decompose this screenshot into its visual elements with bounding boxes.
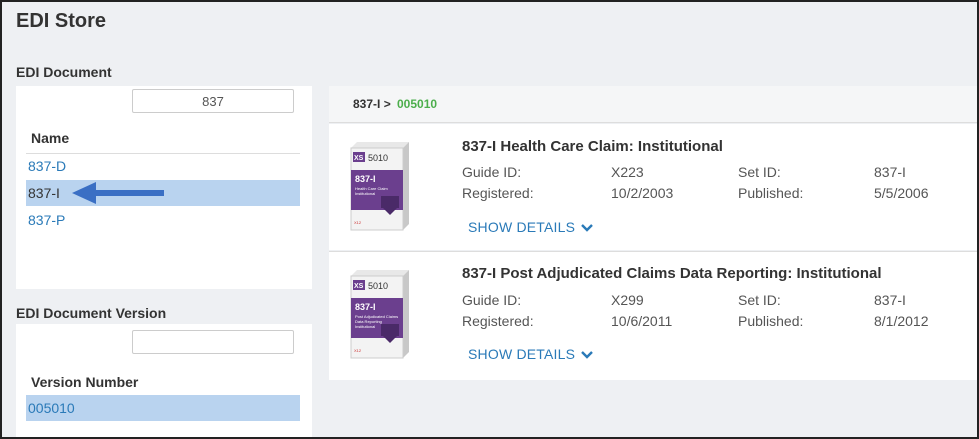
show-details-button[interactable]: SHOW DETAILS	[468, 346, 594, 362]
breadcrumb-first[interactable]: 837-I >	[353, 86, 391, 122]
edi-document-panel: 837 Name 837-D 837-I 837-P	[16, 86, 312, 289]
chevron-down-icon	[581, 351, 594, 359]
page-title: EDI Store	[16, 10, 107, 32]
name-column-header: Name	[31, 130, 70, 146]
product-box-image: XS 5010 837-I Post Adjudicated Claims Da…	[350, 270, 409, 359]
guide-id-value: X223	[611, 164, 644, 180]
document-item-837-p[interactable]: 837-P	[26, 207, 300, 233]
published-value: 8/1/2012	[874, 313, 929, 329]
edi-document-version-panel: Version Number 005010	[16, 324, 312, 437]
set-id-value: 837-I	[874, 292, 906, 308]
version-number-column-header: Version Number	[31, 374, 139, 390]
result-title[interactable]: 837-I Health Care Claim: Institutional	[462, 138, 723, 155]
document-item-837-d[interactable]: 837-D	[26, 153, 300, 179]
edi-document-label: EDI Document	[16, 64, 112, 80]
pointer-arrow-icon	[72, 182, 164, 204]
svg-text:XS: XS	[354, 283, 364, 290]
result-card: XS 5010 837-I Post Adjudicated Claims Da…	[329, 252, 977, 380]
registered-label: Registered:	[462, 185, 534, 201]
svg-text:5010: 5010	[368, 153, 388, 163]
svg-text:X12: X12	[354, 348, 362, 353]
registered-label: Registered:	[462, 313, 534, 329]
edi-store-window: EDI Store EDI Document 837 Name 837-D 83…	[0, 0, 979, 439]
svg-text:837-I: 837-I	[355, 302, 376, 312]
published-label: Published:	[738, 313, 804, 329]
breadcrumb: 837-I > 005010	[329, 86, 977, 123]
svg-text:5010: 5010	[368, 281, 388, 291]
svg-text:X12: X12	[354, 220, 362, 225]
guide-id-label: Guide ID:	[462, 164, 522, 180]
set-id-label: Set ID:	[738, 164, 781, 180]
svg-text:Institutional: Institutional	[355, 191, 375, 196]
result-title[interactable]: 837-I Post Adjudicated Claims Data Repor…	[462, 265, 882, 282]
version-search-input[interactable]	[132, 330, 294, 354]
svg-text:XS: XS	[354, 155, 364, 162]
guide-id-value: X299	[611, 292, 644, 308]
version-item-005010[interactable]: 005010	[26, 395, 300, 421]
registered-value: 10/2/2003	[611, 185, 674, 201]
guide-id-label: Guide ID:	[462, 292, 522, 308]
document-search-input[interactable]: 837	[132, 89, 294, 113]
svg-text:837-I: 837-I	[355, 174, 376, 184]
show-details-button[interactable]: SHOW DETAILS	[468, 219, 594, 235]
edi-document-version-label: EDI Document Version	[16, 305, 167, 321]
published-value: 5/5/2006	[874, 185, 929, 201]
published-label: Published:	[738, 185, 804, 201]
show-details-label: SHOW DETAILS	[468, 219, 576, 235]
svg-text:Institutional: Institutional	[355, 324, 375, 329]
set-id-label: Set ID:	[738, 292, 781, 308]
show-details-label: SHOW DETAILS	[468, 346, 576, 362]
registered-value: 10/6/2011	[611, 313, 673, 329]
set-id-value: 837-I	[874, 164, 906, 180]
breadcrumb-current: 005010	[397, 97, 438, 111]
product-box-image: XS 5010 837-I Health Care Claim Institut…	[350, 142, 409, 231]
result-card: XS 5010 837-I Health Care Claim Institut…	[329, 124, 977, 250]
chevron-down-icon	[581, 224, 594, 232]
